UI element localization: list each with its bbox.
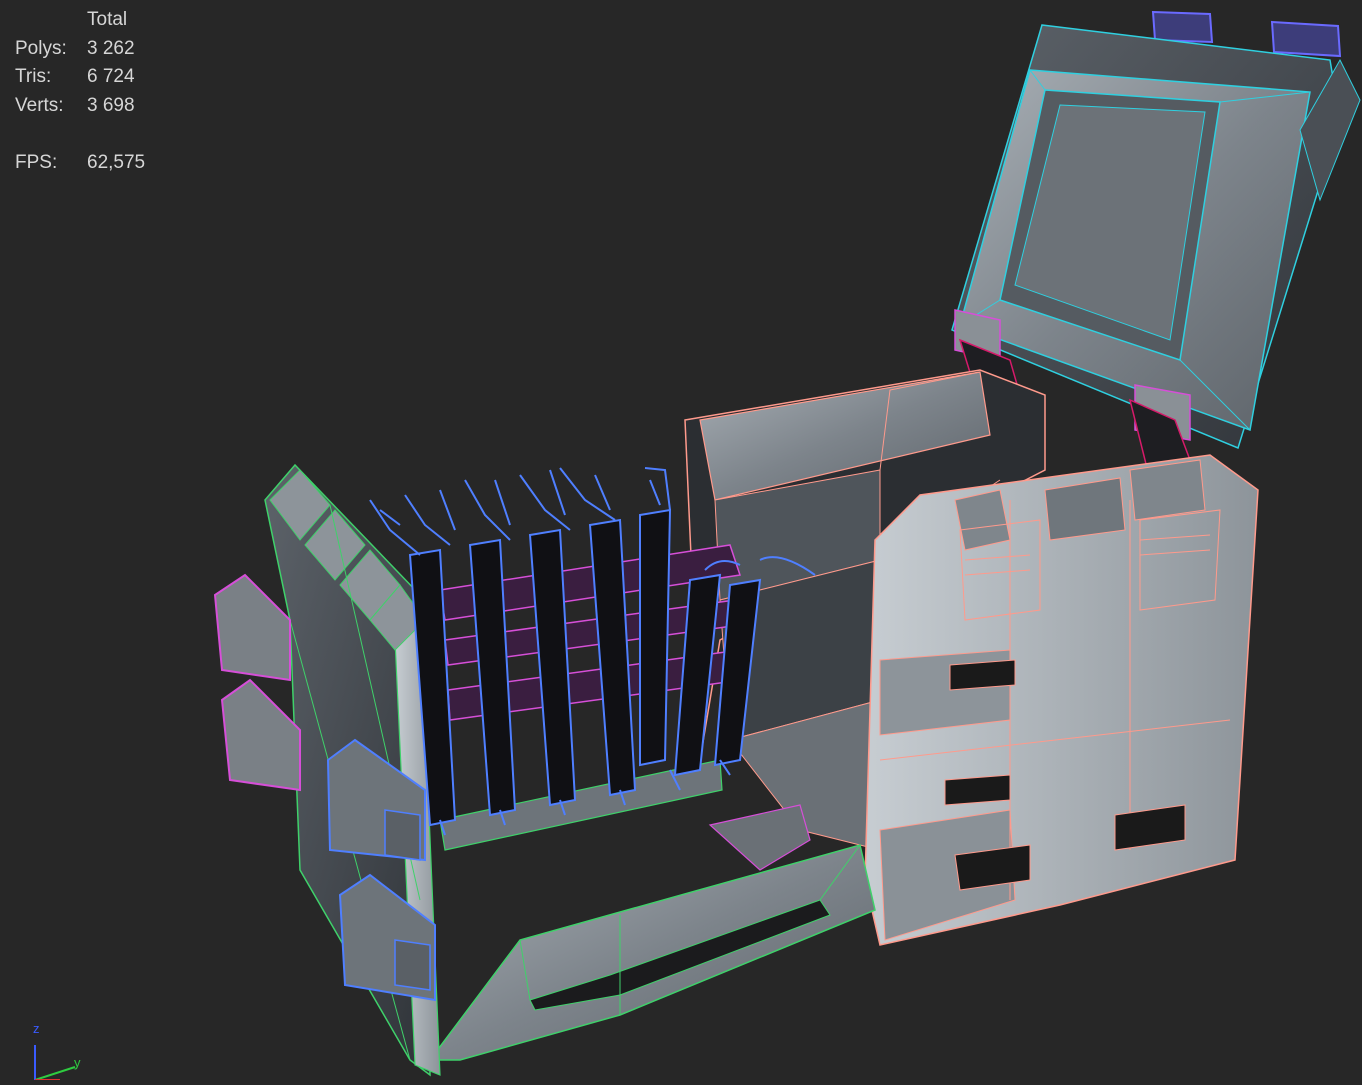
y-axis-label: y [74,1055,81,1070]
stats-label: Verts: [15,94,64,116]
stats-label: Polys: [15,37,67,59]
z-axis-label: z [33,1021,40,1036]
stats-header: Total [87,9,128,30]
stats-value: 3 698 [87,94,135,116]
axis-gizmo: z y [0,1015,110,1081]
stats-value: 3 262 [87,37,135,59]
box-model-wireframe[interactable] [0,0,1362,1080]
fps-label: FPS: [15,151,58,173]
stats-value: 6 724 [87,66,135,88]
3d-viewport[interactable]: Total Polys: 3 262 Tris: 6 724 Verts: 3 … [0,0,1362,1081]
fps-value: 62,575 [87,151,146,173]
stats-label: Tris: [15,66,52,88]
axis-gizmo-lines-icon [34,1045,76,1081]
